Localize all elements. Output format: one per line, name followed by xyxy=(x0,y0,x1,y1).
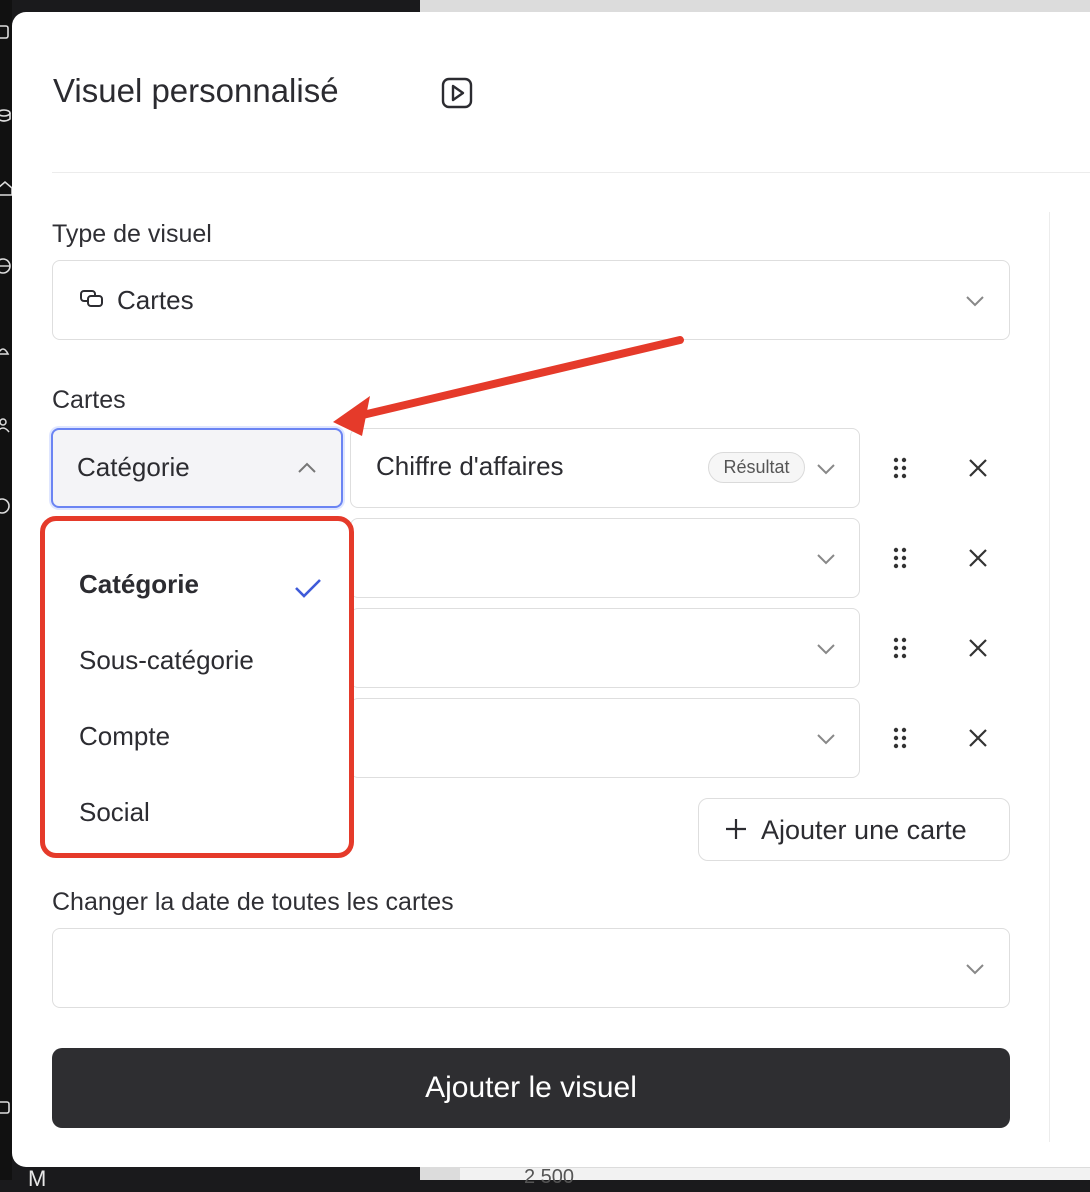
add-card-label: Ajouter une carte xyxy=(761,815,967,845)
check-icon xyxy=(295,579,321,598)
plus-icon xyxy=(726,819,746,839)
sidebar-globe-icon xyxy=(0,258,11,274)
dimension-select-1[interactable]: Catégorie xyxy=(51,428,343,508)
chevron-up-icon xyxy=(298,462,316,473)
sidebar-database-icon xyxy=(0,109,11,122)
chevron-down-icon xyxy=(817,734,835,745)
close-icon[interactable] xyxy=(968,638,988,658)
visual-type-label: Type de visuel xyxy=(52,220,212,248)
sidebar-users-icon xyxy=(0,418,10,433)
cards-icon xyxy=(80,290,103,307)
custom-visual-modal: Visuel personnalisé Type de visuel Carte… xyxy=(12,12,1090,1167)
chevron-down-icon xyxy=(817,644,835,655)
chevron-down-icon xyxy=(966,296,984,307)
close-icon[interactable] xyxy=(968,728,988,748)
metric-select-2[interactable] xyxy=(350,518,860,598)
close-icon[interactable] xyxy=(968,548,988,568)
drag-handle-icon[interactable] xyxy=(893,727,907,749)
background-number: 2 500 xyxy=(524,1166,575,1188)
dimension-value: Catégorie xyxy=(77,452,190,482)
sidebar-bell-icon xyxy=(0,348,10,355)
visual-type-select[interactable]: Cartes xyxy=(52,260,1010,340)
dimension-dropdown-menu: Catégorie Sous-catégorie Compte Social xyxy=(40,516,354,858)
chevron-down-icon xyxy=(817,554,835,565)
metric-value: Chiffre d'affaires xyxy=(376,451,564,481)
drag-handle-icon[interactable] xyxy=(893,637,907,659)
metric-select-4[interactable] xyxy=(350,698,860,778)
background-sidebar xyxy=(0,0,12,1180)
dropdown-option-categorie[interactable]: Catégorie xyxy=(79,569,199,600)
sidebar-square-icon xyxy=(0,25,9,39)
dropdown-option-sous-categorie[interactable]: Sous-catégorie xyxy=(79,645,254,676)
add-card-button[interactable]: Ajouter une carte xyxy=(698,798,1010,861)
drag-handle-icon[interactable] xyxy=(893,457,907,479)
result-badge: Résultat xyxy=(708,452,805,483)
sidebar-bag-icon xyxy=(0,1101,10,1114)
background-text: M xyxy=(28,1166,47,1191)
add-visual-button[interactable]: Ajouter le visuel xyxy=(52,1048,1010,1128)
dropdown-option-social[interactable]: Social xyxy=(79,797,150,828)
close-icon[interactable] xyxy=(968,458,988,478)
play-square-icon[interactable] xyxy=(441,77,473,109)
chevron-down-icon xyxy=(817,464,835,475)
sidebar-help-icon xyxy=(0,498,10,514)
scroll-divider xyxy=(1049,212,1050,1142)
chevron-down-icon xyxy=(966,964,984,975)
header-divider xyxy=(52,172,1090,173)
sidebar-home-icon xyxy=(0,180,12,196)
dropdown-option-compte[interactable]: Compte xyxy=(79,721,170,752)
cards-label: Cartes xyxy=(52,386,126,414)
metric-select-3[interactable] xyxy=(350,608,860,688)
drag-handle-icon[interactable] xyxy=(893,547,907,569)
visual-type-value: Cartes xyxy=(117,285,194,315)
modal-title: Visuel personnalisé xyxy=(53,72,339,109)
date-change-label: Changer la date de toutes les cartes xyxy=(52,888,454,916)
date-change-select[interactable] xyxy=(52,928,1010,1008)
